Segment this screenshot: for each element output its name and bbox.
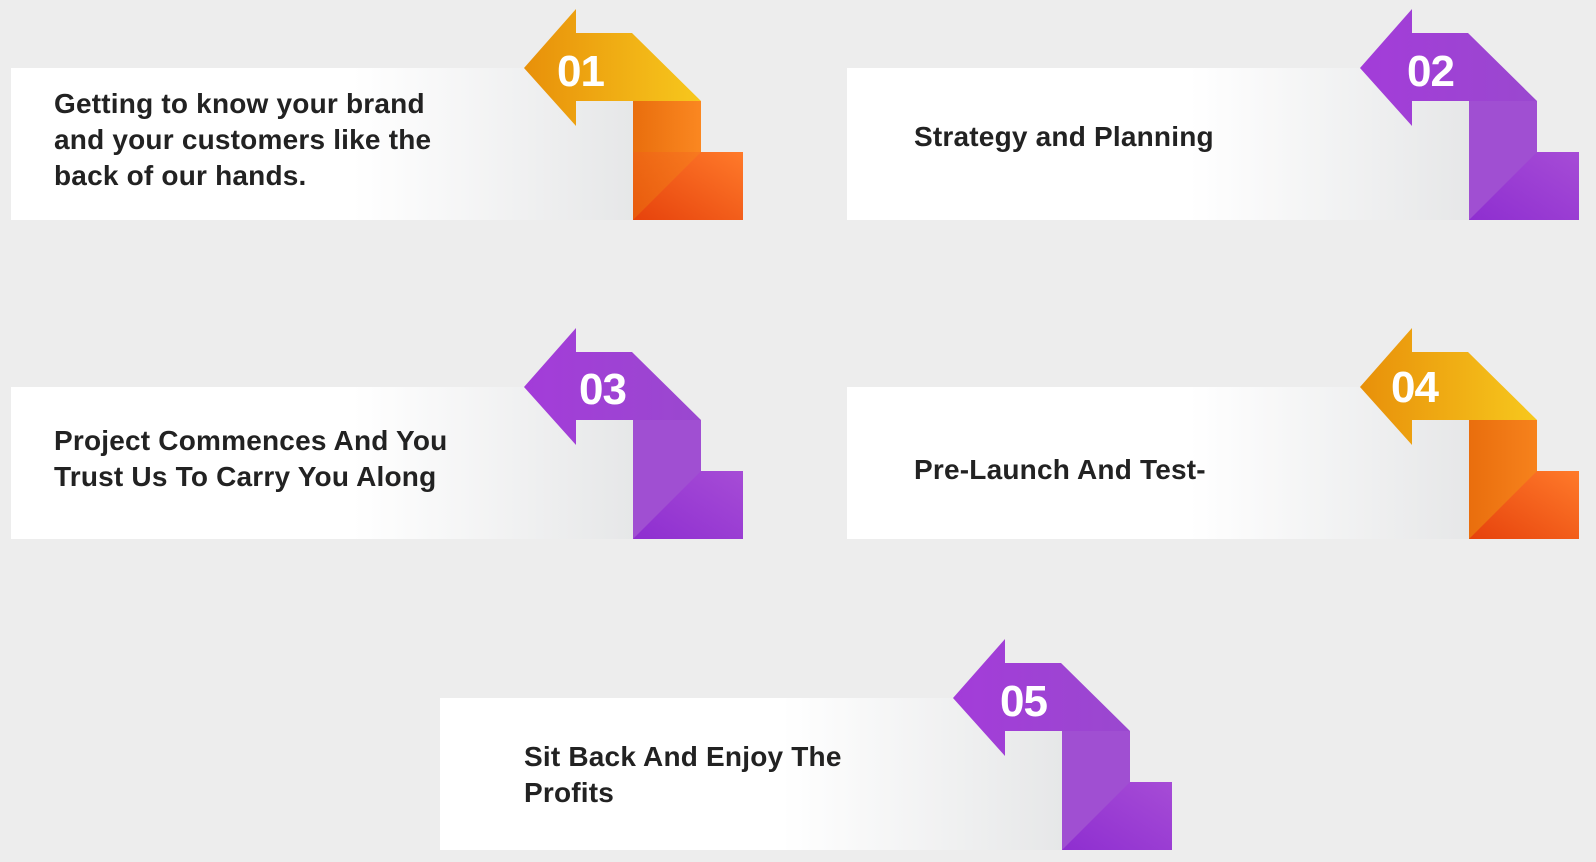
step-text: Project Commences And You Trust Us To Ca… [54,425,448,492]
step-01: Getting to know your brand and your cust… [11,9,743,229]
arrow-badge-orange [1360,328,1579,539]
step-number: 02 [1407,47,1455,96]
step-05: Sit Back And Enjoy The Profits 05 [440,639,1172,859]
arrow-badge-purple [1360,9,1579,220]
step-number: 04 [1391,363,1439,412]
step-02: Strategy and Planning 02 [847,9,1579,229]
step-text: Strategy and Planning [914,121,1214,152]
step-text: Sit Back And Enjoy The Profits [524,741,842,808]
arrow-badge-purple [524,328,743,539]
step-text: Getting to know your brand and your cust… [54,88,432,191]
step-number: 01 [557,47,605,96]
step-03: Project Commences And You Trust Us To Ca… [11,328,743,548]
arrow-badge-purple [953,639,1172,850]
step-text: Pre-Launch And Test- [914,454,1206,485]
step-number: 03 [579,365,627,414]
step-04: Pre-Launch And Test- 04 [847,328,1579,548]
step-number: 05 [1000,677,1048,726]
arrow-badge-orange [524,9,743,220]
